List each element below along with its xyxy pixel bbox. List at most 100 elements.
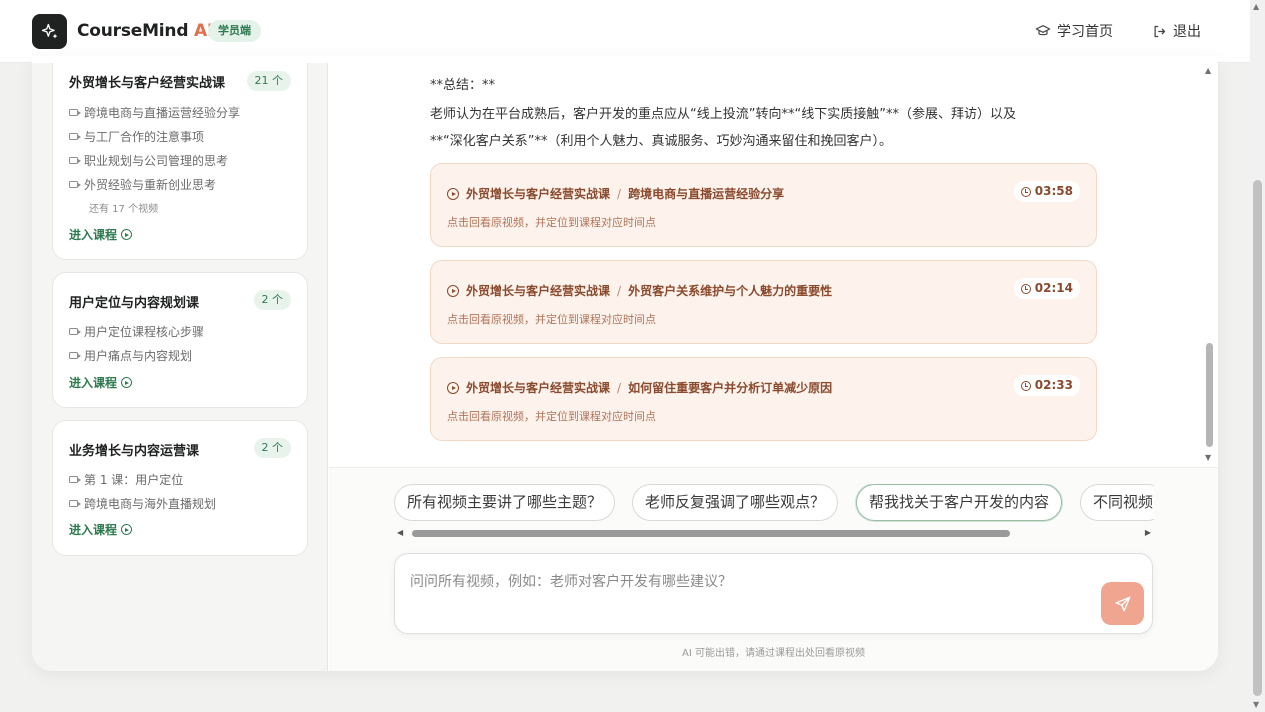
- video-icon: [69, 476, 81, 483]
- video-title: 第 1 课：用户定位: [84, 473, 184, 487]
- video-list-item[interactable]: 跨境电商与海外直播规划: [69, 495, 216, 512]
- timestamp: 02:33: [1034, 378, 1073, 392]
- question-input[interactable]: [410, 571, 1090, 601]
- question-input-box: [394, 553, 1153, 634]
- play-circle-icon: [447, 187, 459, 200]
- scroll-down-arrow-icon[interactable]: ▼: [1205, 453, 1211, 462]
- video-list-item[interactable]: 职业规划与公司管理的思考: [69, 152, 228, 169]
- timestamp-badge[interactable]: 03:58: [1013, 181, 1080, 202]
- timestamp: 03:58: [1034, 184, 1073, 198]
- logout-label: 退出: [1173, 24, 1201, 40]
- reference-separator: /: [617, 186, 622, 201]
- enter-course-label: 进入课程: [69, 523, 118, 537]
- reference-title: 外贸增长与客户经营实战课 / 如何留住重要客户并分析订单减少原因: [447, 379, 832, 396]
- scrollbar-thumb[interactable]: [412, 530, 1010, 537]
- logout-icon: [1154, 25, 1166, 37]
- send-icon: [1115, 596, 1130, 611]
- logo[interactable]: [32, 14, 67, 49]
- more-videos-text: 还有 17 个视频: [89, 204, 159, 215]
- scroll-up-arrow-icon[interactable]: ▲: [1253, 2, 1259, 11]
- video-title: 跨境电商与直播运营经验分享: [84, 106, 241, 120]
- reference-course: 外贸增长与客户经营实战课: [466, 187, 611, 201]
- course-title: 外贸增长与客户经营实战课: [69, 76, 226, 91]
- summary-line: 老师认为在平台成熟后，客户开发的重点应从“线上投流”转向**“线下实质接触”**…: [430, 107, 1016, 122]
- course-title: 用户定位与内容规划课: [69, 296, 200, 311]
- video-count-badge: 2 个: [253, 290, 291, 310]
- video-icon: [69, 157, 81, 164]
- sparkle-icon: [41, 23, 57, 39]
- play-circle-icon: [121, 524, 133, 535]
- source-reference-card[interactable]: 外贸增长与客户经营实战课 / 外贸客户关系维护与个人魅力的重要性 02:14 点…: [430, 260, 1097, 344]
- enter-course-link[interactable]: 进入课程: [69, 521, 133, 538]
- reference-video: 外贸客户关系维护与个人魅力的重要性: [628, 284, 833, 298]
- source-reference-card[interactable]: 外贸增长与客户经营实战课 / 如何留住重要客户并分析订单减少原因 02:33 点…: [430, 357, 1097, 441]
- course-card-3[interactable]: 业务增长与内容运营课 2 个 第 1 课：用户定位 跨境电商与海外直播规划 进入…: [52, 420, 308, 556]
- summary-line: **“深化客户关系”**（利用个人魅力、真诚服务、巧妙沟通来留住和挽回客户）。: [430, 134, 892, 149]
- scroll-up-arrow-icon[interactable]: ▲: [1205, 66, 1211, 75]
- play-circle-icon: [121, 229, 133, 240]
- enter-course-label: 进入课程: [69, 228, 118, 242]
- video-list-item[interactable]: 第 1 课：用户定位: [69, 471, 183, 488]
- course-sidebar: 外贸增长与客户经营实战课 21 个 跨境电商与直播运营经验分享 与工厂合作的注意…: [32, 63, 328, 671]
- graduation-cap-icon: [1035, 25, 1051, 36]
- timestamp-badge[interactable]: 02:33: [1013, 375, 1080, 396]
- scroll-left-arrow-icon[interactable]: ◀: [397, 528, 403, 537]
- reference-hint: 点击回看原视频，并定位到课程对应时间点: [447, 216, 656, 229]
- video-icon: [69, 328, 81, 335]
- video-title: 用户定位课程核心步骤: [84, 325, 205, 339]
- brand-prefix: CourseMind: [77, 21, 189, 41]
- timestamp-badge[interactable]: 02:14: [1013, 278, 1080, 299]
- reference-title: 外贸增长与客户经营实战课 / 跨境电商与直播运营经验分享: [447, 185, 784, 202]
- video-list-item[interactable]: 与工厂合作的注意事项: [69, 128, 204, 145]
- enter-course-label: 进入课程: [69, 376, 118, 390]
- enter-course-link[interactable]: 进入课程: [69, 374, 133, 391]
- top-bar: CourseMind AI 学员端 学习首页 退出: [0, 0, 1250, 63]
- timestamp: 02:14: [1034, 281, 1073, 295]
- composer-area: 所有视频主要讲了哪些主题？ 老师反复强调了哪些观点？ 帮我找关于客户开发的内容 …: [329, 467, 1218, 671]
- video-title: 职业规划与公司管理的思考: [84, 154, 229, 168]
- summary-heading: **总结：**: [430, 78, 496, 93]
- suggestion-chip[interactable]: 所有视频主要讲了哪些主题？: [394, 484, 616, 521]
- reference-video: 如何留住重要客户并分析订单减少原因: [628, 381, 833, 395]
- clock-icon: [1020, 380, 1031, 391]
- nav-home-link[interactable]: 学习首页: [1035, 21, 1113, 41]
- scrollbar-thumb[interactable]: [1253, 180, 1262, 696]
- suggestion-chip[interactable]: 老师反复强调了哪些观点？: [632, 484, 839, 521]
- course-title: 业务增长与内容运营课: [69, 444, 200, 459]
- logout-button[interactable]: 退出: [1152, 21, 1201, 41]
- reference-hint: 点击回看原视频，并定位到课程对应时间点: [447, 313, 656, 326]
- video-list-item[interactable]: 用户痛点与内容规划: [69, 347, 192, 364]
- scroll-right-arrow-icon[interactable]: ▶: [1145, 528, 1151, 537]
- enter-course-link[interactable]: 进入课程: [69, 226, 133, 243]
- reference-course: 外贸增长与客户经营实战课: [466, 381, 611, 395]
- send-button[interactable]: [1101, 582, 1144, 625]
- clock-icon: [1020, 283, 1031, 294]
- course-card-2[interactable]: 用户定位与内容规划课 2 个 用户定位课程核心步骤 用户痛点与内容规划 进入课程: [52, 272, 308, 408]
- chat-scrollbar[interactable]: ▲ ▼: [1204, 63, 1216, 467]
- suggestion-chip[interactable]: 帮我找关于客户开发的内容: [856, 484, 1063, 521]
- scrollbar-thumb[interactable]: [1206, 343, 1213, 447]
- suggestion-scrollbar[interactable]: ◀ ▶: [394, 527, 1154, 539]
- role-badge: 学员端: [208, 20, 261, 42]
- video-list-item[interactable]: 外贸经验与重新创业思考: [69, 176, 216, 193]
- video-title: 外贸经验与重新创业思考: [84, 178, 217, 192]
- reference-hint: 点击回看原视频，并定位到课程对应时间点: [447, 410, 656, 423]
- video-list-item[interactable]: 跨境电商与直播运营经验分享: [69, 104, 240, 121]
- video-list-item[interactable]: 用户定位课程核心步骤: [69, 323, 204, 340]
- course-card-1[interactable]: 外贸增长与客户经营实战课 21 个 跨境电商与直播运营经验分享 与工厂合作的注意…: [52, 63, 308, 260]
- suggestion-chip[interactable]: 不同视频: [1080, 484, 1154, 521]
- scroll-down-arrow-icon[interactable]: ▼: [1253, 700, 1259, 709]
- reference-course: 外贸增长与客户经营实战课: [466, 284, 611, 298]
- video-icon: [69, 181, 81, 188]
- play-circle-icon: [121, 377, 133, 388]
- video-icon: [69, 352, 81, 359]
- window-scrollbar[interactable]: ▲ ▼: [1250, 0, 1265, 712]
- main-panel: 外贸增长与客户经营实战课 21 个 跨境电商与直播运营经验分享 与工厂合作的注意…: [32, 56, 1218, 671]
- video-title: 用户痛点与内容规划: [84, 349, 193, 363]
- brand-name: CourseMind AI: [77, 21, 213, 41]
- nav-home-label: 学习首页: [1057, 24, 1113, 40]
- source-reference-card[interactable]: 外贸增长与客户经营实战课 / 跨境电商与直播运营经验分享 03:58 点击回看原…: [430, 163, 1097, 247]
- video-count-badge: 2 个: [253, 438, 291, 458]
- video-icon: [69, 133, 81, 140]
- video-icon: [69, 109, 81, 116]
